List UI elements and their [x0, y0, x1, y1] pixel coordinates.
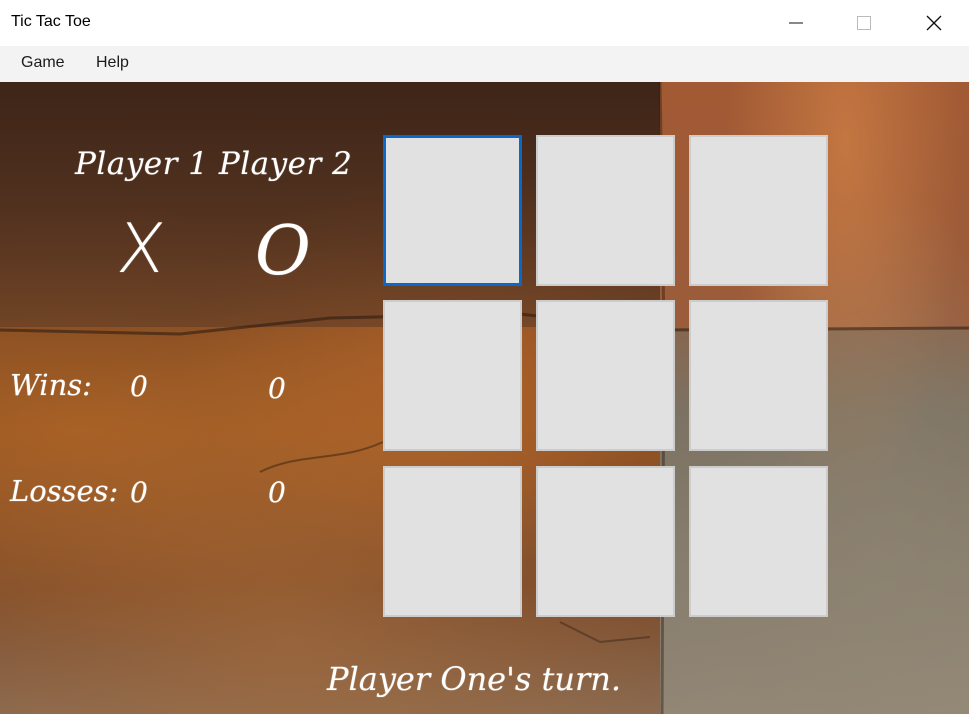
- board-cell-8[interactable]: [536, 466, 675, 617]
- board-cell-4[interactable]: [383, 300, 522, 451]
- player1-losses: 0: [130, 476, 148, 509]
- player2-symbol: O: [255, 212, 311, 291]
- board-cell-9[interactable]: [689, 466, 828, 617]
- game-area: Player 1 Player 2 X O Wins: 0 0 Losses: …: [0, 82, 969, 714]
- player2-wins: 0: [268, 372, 286, 405]
- player1-symbol: X: [113, 210, 169, 289]
- close-icon: [926, 15, 942, 31]
- player2-losses: 0: [268, 476, 286, 509]
- window-title: Tic Tac Toe: [11, 13, 91, 30]
- wins-label: Wins:: [10, 368, 92, 402]
- menu-game[interactable]: Game: [17, 54, 69, 72]
- board-cell-2[interactable]: [536, 135, 675, 286]
- players-header: Player 1 Player 2: [75, 146, 353, 182]
- menu-bar: Game Help: [0, 46, 969, 82]
- title-bar: Tic Tac Toe: [0, 0, 969, 46]
- player1-wins: 0: [130, 370, 148, 403]
- close-button[interactable]: [900, 0, 968, 46]
- turn-status: Player One's turn.: [327, 660, 622, 698]
- board-cell-7[interactable]: [383, 466, 522, 617]
- menu-help[interactable]: Help: [92, 54, 133, 72]
- minimize-button[interactable]: [762, 0, 830, 46]
- board-cell-5[interactable]: [536, 300, 675, 451]
- minimize-icon: [789, 22, 803, 24]
- board-cell-6[interactable]: [689, 300, 828, 451]
- losses-label: Losses:: [10, 474, 119, 508]
- maximize-button[interactable]: [830, 0, 898, 46]
- maximize-icon: [857, 16, 871, 30]
- board-cell-1[interactable]: [383, 135, 522, 286]
- board-cell-3[interactable]: [689, 135, 828, 286]
